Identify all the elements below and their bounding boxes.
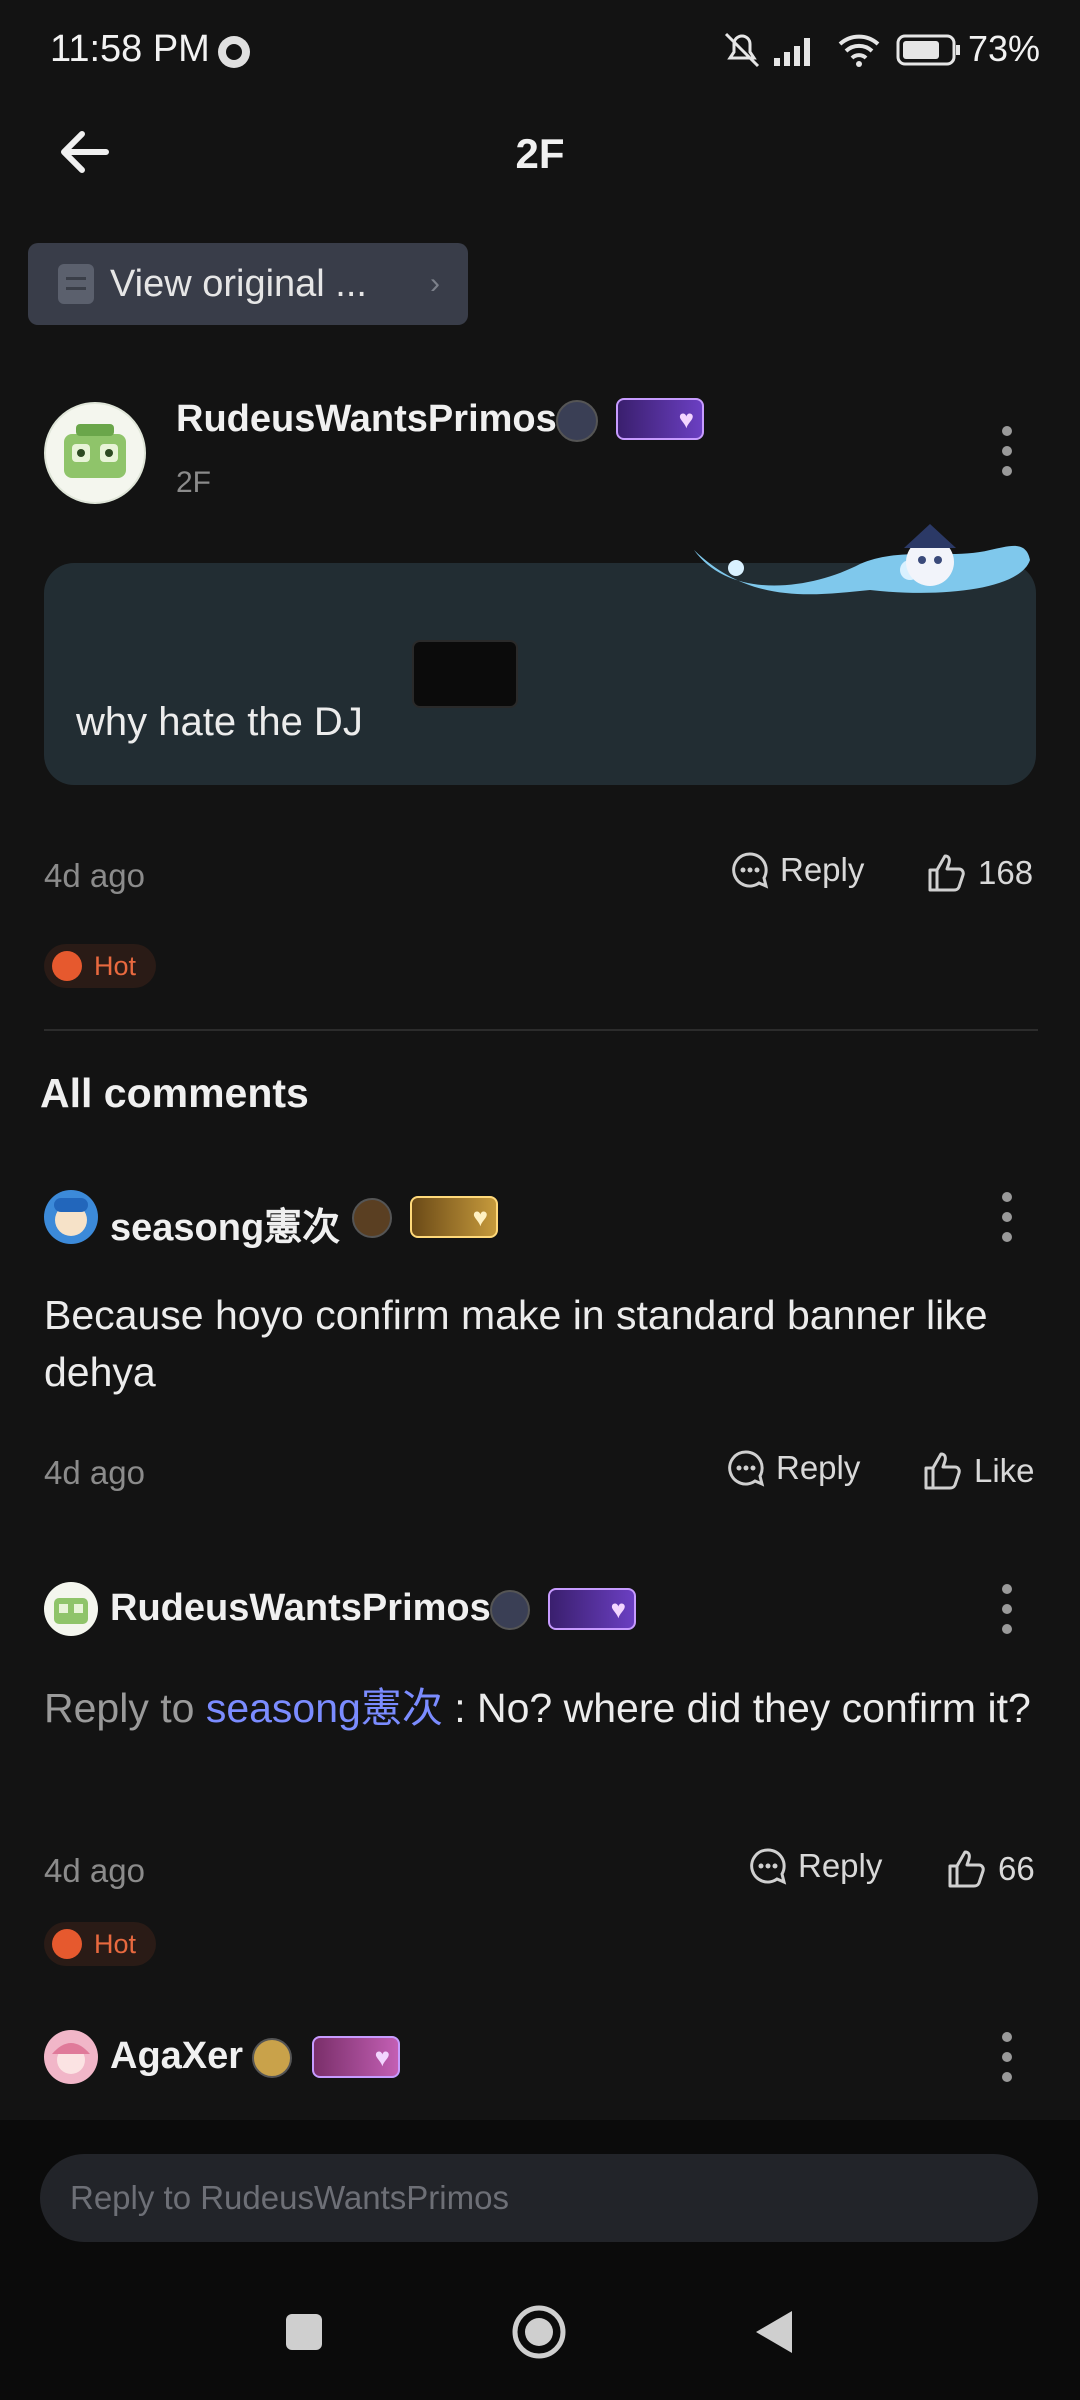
status-bar: 11:58 PM 73% <box>0 0 1080 100</box>
comment-reply-button[interactable]: Reply <box>748 1846 882 1886</box>
hot-badge: Hot <box>44 1922 156 1966</box>
bubble-decoration-icon <box>694 524 1030 595</box>
more-options-icon[interactable] <box>1000 1584 1014 1634</box>
view-original-label: View original ... <box>110 262 367 305</box>
comment-like-count: 66 <box>998 1850 1035 1887</box>
comment-avatar[interactable] <box>44 1582 98 1636</box>
reply-input[interactable] <box>40 2154 1038 2242</box>
user-badge-icon <box>352 1198 392 1238</box>
hot-label: Hot <box>94 950 137 981</box>
mute-icon <box>724 32 760 68</box>
thumbs-up-icon <box>928 854 965 892</box>
comment-time: 4d ago <box>44 1454 145 1491</box>
comment-like-label: Like <box>974 1452 1035 1489</box>
status-time: 11:58 PM <box>50 28 210 70</box>
hot-badge: Hot <box>44 944 156 988</box>
heart-frame-badge: ♥ <box>410 1196 498 1238</box>
sticker-image[interactable] <box>412 640 518 708</box>
user-badge-icon <box>490 1590 530 1630</box>
post-reply-button[interactable]: Reply <box>730 850 864 890</box>
post-like-button[interactable]: 168 <box>926 852 1033 894</box>
comment-reply-label: Reply <box>776 1449 861 1486</box>
divider <box>44 1029 1038 1031</box>
app-notification-icon <box>218 36 250 68</box>
flame-icon <box>52 1929 82 1959</box>
recent-apps-icon[interactable] <box>282 2310 326 2354</box>
comment-text: Reply to seasong憲次 : No? where did they … <box>44 1680 1034 1737</box>
comment-bubble-icon <box>732 852 769 889</box>
chevron-right-icon: › <box>430 267 440 300</box>
section-title: All comments <box>40 1070 309 1116</box>
comment-author-name[interactable]: RudeusWantsPrimos <box>110 1587 491 1630</box>
battery-icon <box>896 34 960 66</box>
home-icon[interactable] <box>510 2303 568 2361</box>
hot-label: Hot <box>94 1928 137 1959</box>
thumbs-up-icon <box>948 1850 985 1888</box>
battery-level: 73% <box>968 28 1041 69</box>
document-icon <box>58 264 94 304</box>
more-options-icon[interactable] <box>1000 426 1014 476</box>
user-badge-icon <box>252 2038 292 2078</box>
flame-icon <box>52 951 82 981</box>
user-badge-icon <box>556 400 598 442</box>
comment-bubble-icon <box>728 1450 765 1487</box>
view-original-button[interactable]: View original ... › <box>28 243 468 325</box>
heart-frame-badge: ♥ <box>616 398 704 440</box>
reply-prefix: Reply to <box>44 1685 206 1731</box>
comment-author-name[interactable]: AgaXer <box>110 2035 243 2078</box>
heart-frame-badge: ♥ <box>312 2036 400 2078</box>
comment-text: Because hoyo confirm make in standard ba… <box>44 1292 988 1395</box>
post-reply-label: Reply <box>780 851 865 888</box>
author-avatar[interactable] <box>44 402 146 504</box>
more-options-icon[interactable] <box>1000 2032 1014 2082</box>
more-options-icon[interactable] <box>1000 1192 1014 1242</box>
back-triangle-icon[interactable] <box>752 2307 796 2357</box>
comment-time: 4d ago <box>44 1852 145 1889</box>
comment-bubble-icon <box>750 1848 787 1885</box>
comment-like-button[interactable]: Like <box>922 1450 1035 1492</box>
comment-avatar[interactable] <box>44 1190 98 1244</box>
comment-reply-button[interactable]: Reply <box>726 1448 860 1488</box>
signal-icon <box>774 38 810 66</box>
reply-input-container[interactable] <box>40 2154 1038 2242</box>
comment-avatar[interactable] <box>44 2030 98 2084</box>
post-floor: 2F <box>176 466 212 499</box>
comment-author-name[interactable]: seasong憲次 <box>110 1196 340 1251</box>
post-content: why hate the DJ <box>76 700 363 744</box>
reply-to-link[interactable]: seasong憲次 <box>206 1685 443 1731</box>
post-like-count: 168 <box>978 854 1034 891</box>
comment-body: : No? where did they confirm it? <box>442 1685 1031 1731</box>
heart-frame-badge: ♥ <box>548 1588 636 1630</box>
comment-like-button[interactable]: 66 <box>946 1848 1035 1890</box>
page-title: 2F <box>515 130 565 177</box>
post-time: 4d ago <box>44 857 145 894</box>
comment-reply-label: Reply <box>798 1847 883 1884</box>
post-author-name[interactable]: RudeusWantsPrimos <box>176 398 557 441</box>
wifi-icon <box>838 34 880 67</box>
thumbs-up-icon <box>924 1452 961 1490</box>
